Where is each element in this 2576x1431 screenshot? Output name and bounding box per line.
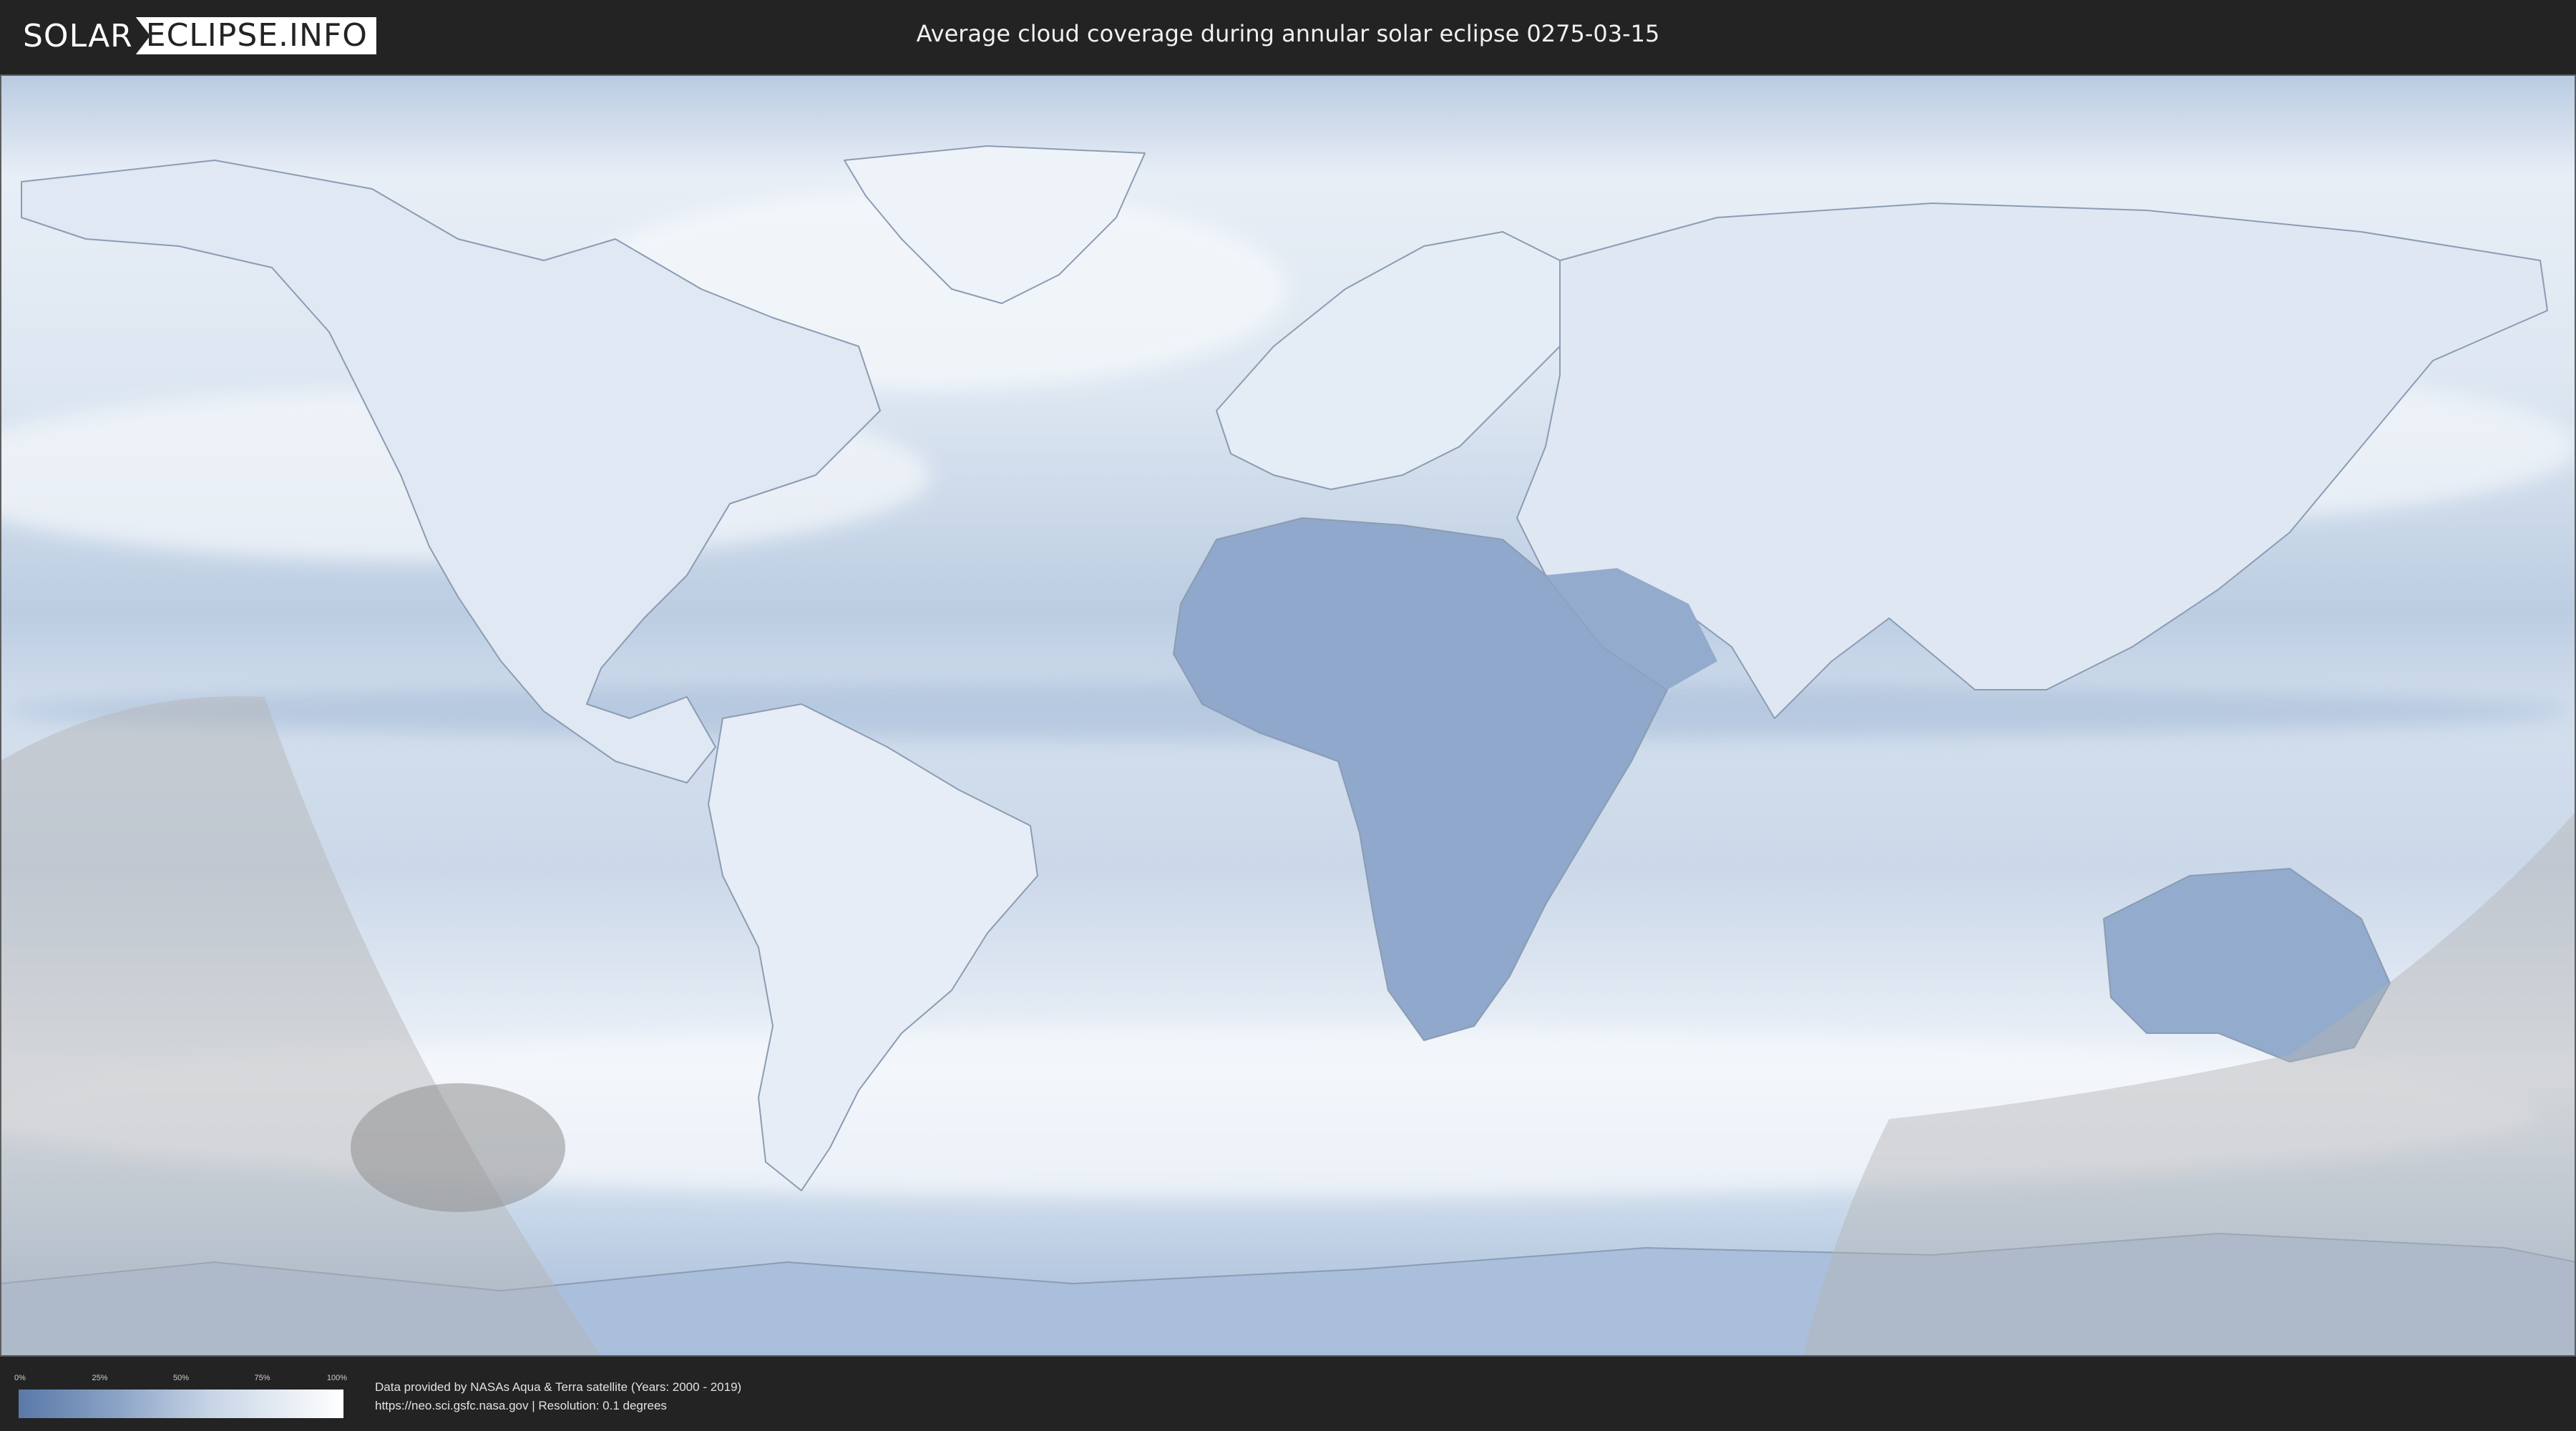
legend-tick-75: 75% xyxy=(254,1374,270,1382)
top-bar: SOLAR ECLIPSE.INFO Average cloud coverag… xyxy=(0,0,2576,72)
legend-tick-25: 25% xyxy=(92,1374,108,1382)
data-credit: Data provided by NASAs Aqua & Terra sate… xyxy=(375,1378,741,1415)
legend-tick-0: 0% xyxy=(14,1374,26,1382)
legend-ticks: 0% 25% 50% 75% 100% xyxy=(14,1374,347,1387)
credit-url-resolution: https://neo.sci.gsfc.nasa.gov | Resoluti… xyxy=(375,1399,667,1412)
legend-color-bar xyxy=(19,1390,343,1418)
page-title: Average cloud coverage during annular so… xyxy=(916,20,1660,47)
cloud-coverage-map xyxy=(0,74,2576,1357)
credit-source: Data provided by NASAs Aqua & Terra sate… xyxy=(375,1380,742,1394)
cloud-coverage-legend: 0% 25% 50% 75% 100% xyxy=(14,1374,347,1418)
eclipse-zone-oval xyxy=(351,1083,565,1212)
footer-bar: 0% 25% 50% 75% 100% Data provided by NAS… xyxy=(0,1359,2576,1431)
legend-tick-100: 100% xyxy=(326,1374,347,1382)
world-map-svg xyxy=(0,74,2576,1357)
legend-tick-50: 50% xyxy=(172,1374,190,1382)
